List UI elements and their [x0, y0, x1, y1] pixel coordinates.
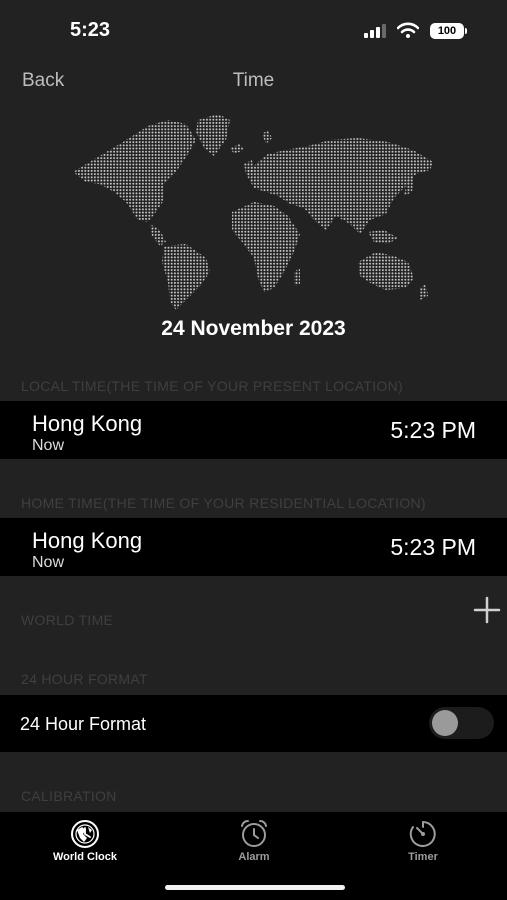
globe-icon [71, 820, 99, 848]
home-time-value: 5:23 PM [390, 534, 476, 560]
home-indicator[interactable] [165, 885, 345, 890]
tab-timer[interactable]: Timer [353, 812, 493, 872]
home-time-relative: Now [32, 554, 65, 571]
world-time-header: WORLD TIME [21, 612, 114, 628]
format-toggle[interactable] [429, 707, 494, 739]
home-city-name: Hong Kong [32, 528, 143, 553]
page-title: Time [232, 70, 275, 91]
alarm-clock-icon [241, 819, 267, 847]
local-time-relative: Now [32, 437, 65, 454]
battery-level: 100 [437, 25, 457, 37]
current-date: 24 November 2023 [161, 317, 346, 340]
tab-world-clock[interactable]: World Clock [15, 812, 155, 872]
toggle-knob [432, 710, 458, 736]
wifi-icon [397, 22, 419, 38]
add-world-time-button[interactable] [473, 596, 501, 624]
tab-alarm-label: Alarm [238, 851, 270, 863]
tab-alarm[interactable]: Alarm [184, 812, 324, 872]
timer-icon [409, 821, 436, 847]
cellular-signal-icon [364, 24, 386, 38]
home-time-row[interactable]: Hong Kong Now 5:23 PM [0, 518, 507, 576]
format-label: 24 Hour Format [20, 714, 147, 734]
local-time-header: LOCAL TIME(THE TIME OF YOUR PRESENT LOCA… [21, 378, 403, 394]
world-map-icon [73, 114, 433, 310]
format-header: 24 HOUR FORMAT [21, 671, 148, 687]
local-time-value: 5:23 PM [390, 417, 476, 443]
home-time-header: HOME TIME(THE TIME OF YOUR RESIDENTIAL L… [21, 495, 426, 511]
battery-icon: 100 [430, 23, 464, 39]
local-time-row[interactable]: Hong Kong Now 5:23 PM [0, 401, 507, 459]
calibration-header: CALIBRATION [21, 788, 117, 804]
local-city-name: Hong Kong [32, 411, 143, 436]
format-row: 24 Hour Format [0, 695, 507, 752]
battery-cap [465, 28, 467, 34]
status-bar-time: 5:23 [70, 19, 111, 41]
tab-timer-label: Timer [408, 851, 438, 863]
tab-world-clock-label: World Clock [53, 851, 117, 863]
